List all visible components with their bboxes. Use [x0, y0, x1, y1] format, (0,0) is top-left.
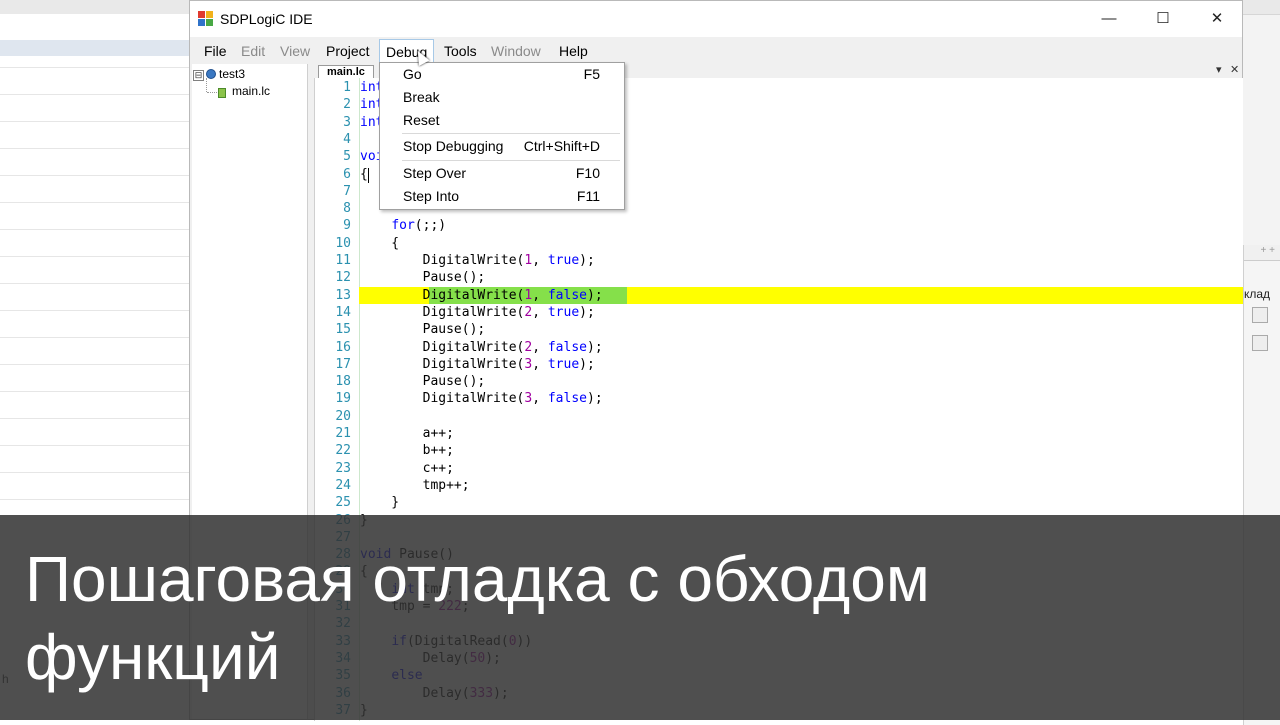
line-number: 16	[335, 339, 351, 355]
menu-item-step-over[interactable]: Step Over F10	[380, 163, 624, 185]
collapse-icon[interactable]: ⊟	[193, 70, 204, 81]
line-number: 15	[335, 322, 351, 338]
line-number: 1	[343, 80, 351, 95]
line-number: 17	[335, 356, 351, 372]
code-line: Pause();	[360, 374, 486, 390]
line-number: 21	[335, 426, 351, 441]
code-line: Pause();	[360, 270, 486, 286]
line-number: 20	[335, 408, 351, 424]
tree-connector	[206, 78, 208, 92]
code-line: for(;;)	[391, 218, 447, 234]
background-button-icon[interactable]	[1252, 335, 1268, 351]
code-line: c++;	[360, 460, 454, 476]
code-line: b++;	[360, 443, 454, 459]
code-line: {	[360, 166, 368, 182]
code-line: a++;	[360, 426, 454, 441]
line-number: 14	[335, 304, 351, 320]
line-number: 6	[343, 166, 351, 182]
line-number: 7	[343, 183, 351, 199]
line-number: 9	[343, 218, 351, 234]
code-line: DigitalWrite(3, true);	[360, 356, 595, 372]
menu-view[interactable]: View	[280, 43, 310, 59]
menu-item-go[interactable]: Go F5	[380, 64, 624, 86]
code-line: }	[360, 495, 400, 511]
menu-file[interactable]: File	[204, 43, 227, 59]
window-title: SDPLogiC IDE	[220, 11, 313, 27]
code-line: DigitalWrite(2, false);	[360, 339, 603, 355]
background-right-strip: + +	[1244, 245, 1280, 261]
menu-separator	[402, 133, 620, 134]
line-number: 19	[335, 391, 351, 407]
line-number: 3	[343, 114, 351, 130]
line-number: 23	[335, 460, 351, 476]
code-line: tmp++;	[360, 477, 470, 493]
maximize-button[interactable]: ☐	[1140, 1, 1186, 37]
line-number: 22	[335, 443, 351, 459]
menu-project[interactable]: Project	[326, 43, 370, 59]
line-number: 12	[335, 270, 351, 286]
tree-connector	[207, 92, 217, 94]
code-line: DigitalWrite(3, false);	[360, 391, 603, 407]
app-logo-icon	[198, 11, 214, 27]
code-line-current: DigitalWrite(1, false);	[360, 287, 603, 303]
menu-item-step-into[interactable]: Step Into F11	[380, 186, 624, 208]
menu-item-stop-debugging[interactable]: Stop Debugging Ctrl+Shift+D	[380, 136, 624, 158]
tree-item-project[interactable]: test3	[219, 67, 245, 81]
file-icon	[218, 88, 226, 98]
close-button[interactable]: ✕	[1194, 1, 1240, 37]
text-caret	[368, 168, 369, 183]
menu-window[interactable]: Window	[491, 43, 541, 59]
line-number: 13	[335, 287, 351, 303]
code-line: Pause();	[360, 322, 486, 338]
code-line: {	[360, 235, 400, 251]
minimize-button[interactable]: —	[1086, 1, 1132, 37]
menu-item-reset[interactable]: Reset	[380, 110, 624, 132]
line-number: 18	[335, 374, 351, 390]
code-line: DigitalWrite(2, true);	[360, 304, 595, 320]
title-bar: SDPLogiC IDE — ☐ ✕	[190, 1, 1242, 37]
menu-item-break[interactable]: Break	[380, 87, 624, 109]
line-number: 5	[343, 149, 351, 165]
caption-text: Пошаговая отладка с обходом функций	[25, 543, 930, 693]
menu-help[interactable]: Help	[559, 43, 588, 59]
background-right-tab[interactable]: клад	[1244, 287, 1270, 301]
tab-main-lc[interactable]: main.lc	[318, 65, 374, 79]
code-line: DigitalWrite(1, true);	[360, 253, 595, 268]
line-number: 24	[335, 477, 351, 493]
menu-tools[interactable]: Tools	[444, 43, 477, 59]
debug-menu-dropdown: Go F5 Break Reset Stop Debugging Ctrl+Sh…	[379, 62, 625, 210]
tab-close-icon[interactable]: ✕	[1230, 64, 1239, 76]
line-number: 11	[335, 253, 351, 268]
line-number: 10	[335, 235, 351, 251]
line-number: 8	[343, 201, 351, 217]
tree-item-file[interactable]: main.lc	[232, 84, 270, 98]
background-selected-row	[0, 40, 189, 56]
menu-bar: File Edit View Project Debug Tools Windo…	[190, 39, 1242, 64]
line-number: 4	[343, 131, 351, 147]
menu-separator	[402, 160, 620, 161]
menu-edit[interactable]: Edit	[241, 43, 265, 59]
tab-list-icon[interactable]: ▾	[1216, 64, 1222, 76]
line-number: 25	[335, 495, 351, 511]
play-icon[interactable]	[1252, 307, 1268, 323]
video-caption: Пошаговая отладка с обходом функций	[0, 515, 1280, 720]
line-number: 2	[343, 97, 351, 113]
